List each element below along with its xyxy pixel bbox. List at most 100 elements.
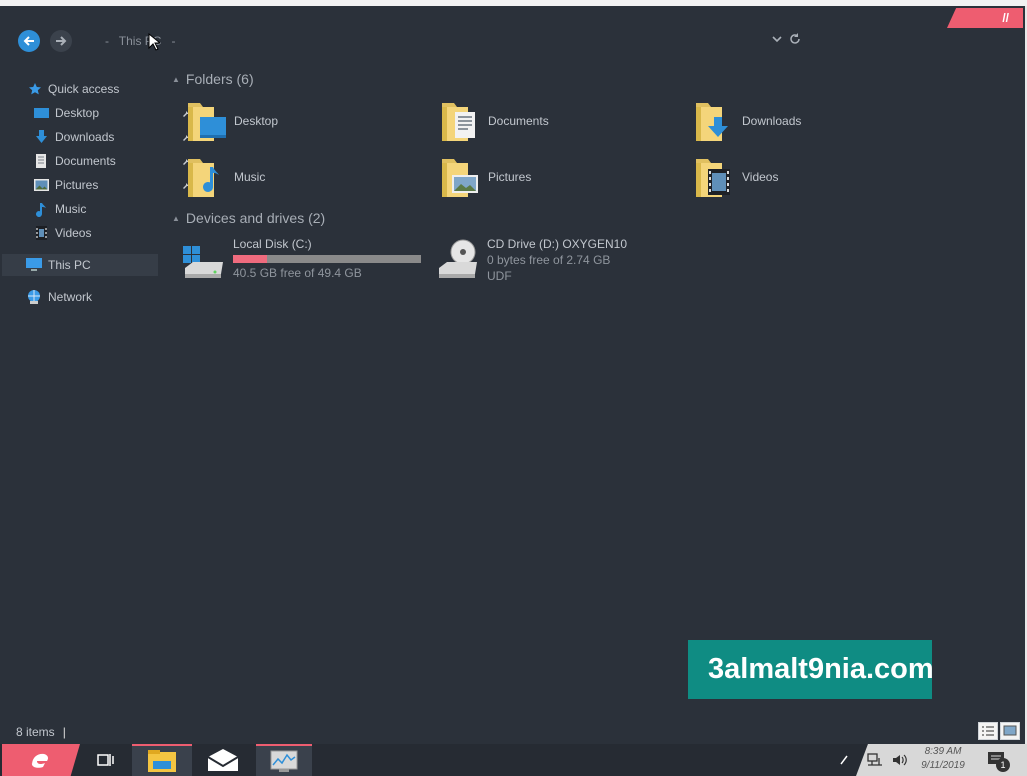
sidebar-item-label: Quick access [48,82,120,96]
picture-icon [34,179,49,191]
breadcrumb-separator: - [105,34,109,48]
refresh-icon[interactable] [789,33,801,45]
collapse-triangle-icon: ▲ [172,214,180,223]
watermark-banner: 3almalt9nia.com [688,640,934,699]
local-disk-icon [183,246,223,278]
folder-downloads[interactable]: Downloads [694,98,934,144]
folder-name: Documents [488,114,549,128]
music-note-icon [36,202,46,217]
breadcrumb-separator-end: - [171,34,176,48]
sidebar-item-this-pc[interactable]: This PC [2,254,158,276]
back-button[interactable] [18,30,40,52]
folder-pictures[interactable]: Pictures [440,154,680,200]
drive-usage-fill [233,255,267,263]
drive-name: Local Disk (C:) [233,237,312,251]
videos-folder-icon [696,159,730,197]
drive-info: Local Disk (C:) 40.5 GB free of 49.4 GB [233,236,421,281]
start-button[interactable] [2,744,80,776]
details-view-icon [982,726,994,736]
sidebar-item-label: Music [55,202,87,216]
collapse-triangle-icon: ▲ [172,75,180,84]
window-corner-tab[interactable]: // [947,8,1023,28]
taskbar-clock[interactable]: 8:39 AM 9/11/2019 [916,745,970,773]
task-view-icon [97,754,114,766]
drive-cd-d[interactable]: CD Drive (D:) OXYGEN10 0 bytes free of 2… [435,236,681,286]
section-header-drives[interactable]: ▲ Devices and drives (2) [172,210,325,226]
folder-desktop[interactable]: Desktop [186,98,426,144]
document-icon [36,154,46,168]
breadcrumb[interactable]: - This PC - [105,34,176,48]
monitor-chart-icon [270,750,298,772]
arrow-right-icon [56,36,67,46]
cd-drive-icon [439,239,477,278]
sidebar-item-label: Downloads [55,130,115,144]
sidebar-item-pictures[interactable]: Pictures [34,174,189,196]
folder-music[interactable]: Music [186,154,426,200]
mouse-cursor-icon [148,33,160,51]
sidebar-item-label: Pictures [55,178,99,192]
details-view-button[interactable] [978,722,998,740]
taskbar-file-explorer[interactable] [132,744,192,776]
folder-documents[interactable]: Documents [440,98,680,144]
sidebar-item-downloads[interactable]: Downloads [34,126,189,148]
sidebar-item-label: Documents [55,154,116,168]
clock-time: 8:39 AM [924,746,962,757]
sidebar-item-label: This PC [48,258,91,272]
large-icons-view-icon [1003,725,1017,736]
drive-local-disk-c[interactable]: Local Disk (C:) 40.5 GB free of 49.4 GB [181,236,427,286]
sidebar-item-music[interactable]: Music [34,198,86,220]
drive-free-space: 0 bytes free of 2.74 GB [487,253,611,267]
sidebar-item-documents[interactable]: Documents [34,150,189,172]
folder-name: Videos [742,170,779,184]
tray-chevron-icon [840,755,848,765]
mail-icon [207,749,239,771]
section-header-folders[interactable]: ▲ Folders (6) [172,71,254,87]
drive-info: CD Drive (D:) OXYGEN10 0 bytes free of 2… [487,236,627,284]
large-icons-view-button[interactable] [1000,722,1020,740]
film-icon [36,226,47,240]
network-tray-icon [867,753,882,766]
folder-name: Pictures [488,170,532,184]
download-arrow-icon [36,130,47,143]
show-hidden-icons-button[interactable] [836,744,852,776]
section-title: Folders (6) [185,71,254,87]
file-explorer-icon [148,750,176,772]
task-view-button[interactable] [92,744,120,776]
documents-folder-icon [442,103,475,141]
folder-name: Music [234,170,266,184]
status-bar: 8 items | [16,725,66,739]
drive-filesystem: UDF [487,269,512,283]
folder-videos[interactable]: Videos [694,154,934,200]
sidebar-item-videos[interactable]: Videos [34,222,91,244]
action-center-button[interactable]: 1 [982,744,1012,776]
speaker-icon [893,754,907,766]
folder-name: Desktop [234,114,279,128]
star-icon [29,83,41,95]
volume-button[interactable] [888,744,912,776]
network-status-button[interactable] [864,744,886,776]
downloads-folder-icon [696,103,728,141]
sidebar-item-label: Network [48,290,93,304]
sidebar-item-network[interactable]: Network [26,286,92,308]
network-icon [28,290,40,304]
drive-name: CD Drive (D:) OXYGEN10 [487,237,628,251]
folder-name: Downloads [742,114,802,128]
notification-count-badge: 1 [996,758,1010,772]
drive-usage-bar [233,255,421,263]
desktop-folder-icon [188,103,226,141]
status-divider: | [62,725,66,739]
chevron-down-icon[interactable] [772,34,782,44]
clock-date: 9/11/2019 [921,760,965,771]
taskbar-mail[interactable] [198,744,248,776]
forward-button[interactable] [50,30,72,52]
item-count: 8 items [16,725,55,739]
sidebar-item-desktop[interactable]: Desktop [34,102,189,124]
window-top-border [0,0,1027,6]
desktop-icon [34,107,49,118]
music-folder-icon [188,159,219,197]
sidebar-item-quick-access[interactable]: Quick access [28,78,119,100]
sidebar-item-label: Videos [55,226,92,240]
taskbar-resource-monitor[interactable] [256,744,312,776]
drive-free-space: 40.5 GB free of 49.4 GB [233,266,362,280]
computer-icon [26,258,42,271]
